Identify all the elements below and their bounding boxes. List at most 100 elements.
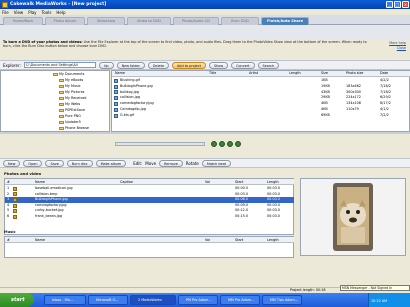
search-button[interactable]: Search: [257, 61, 280, 69]
tab-finish-share[interactable]: Finish/Auto Share: [261, 17, 309, 25]
tab-burn-dvd[interactable]: Burn DVD: [221, 17, 259, 25]
menu-tools[interactable]: Tools: [42, 10, 52, 15]
col-artist[interactable]: Artist: [249, 71, 258, 77]
task-mm-pro[interactable]: MM Pro Adam...: [220, 295, 260, 305]
task-tabs: Home/Back Photo Album Slideshow Video to…: [0, 15, 410, 25]
tab-slideshow[interactable]: Slideshow: [87, 17, 125, 25]
photo-table-header: # Name Caption Vol Start Length: [5, 179, 294, 185]
tree-item[interactable]: Phone Browse: [59, 126, 89, 131]
image-file-icon: [114, 96, 118, 101]
taskbar: start Inbox - Mic... Microsoft O... 2 Me…: [0, 293, 410, 307]
folder-tree[interactable]: My Documents My eBooks My Music My Pictu…: [0, 70, 110, 132]
edit-label: Edit:: [133, 160, 143, 166]
task-mediaworks[interactable]: 2 MediaWorks: [130, 295, 176, 305]
col-photo-size[interactable]: Photo size: [346, 71, 363, 77]
play-icon[interactable]: [211, 141, 217, 147]
tab-content-band: [0, 25, 410, 39]
file-list[interactable]: Name Title Artist Length Size Photo size…: [111, 70, 410, 132]
task-inbox[interactable]: Inbox - Mic...: [44, 295, 86, 305]
col-size[interactable]: Size: [321, 71, 328, 77]
tree-item[interactable]: My Music: [59, 84, 81, 89]
up-button[interactable]: Up: [98, 61, 114, 69]
image-file-icon: [114, 90, 118, 95]
music-table[interactable]: # Name Vol Start Length: [4, 236, 294, 258]
folder-icon: [59, 120, 64, 125]
menu-play[interactable]: Play: [28, 10, 36, 15]
explorer-toolbar: Explorer: C:\Documents and Settings\All …: [0, 60, 410, 70]
close-button[interactable]: ×: [402, 1, 409, 8]
start-button[interactable]: start: [0, 293, 34, 307]
add-to-project-button[interactable]: Add to project: [172, 61, 206, 69]
rotate-button[interactable]: Rotate: [186, 161, 199, 166]
title-bar: Cakewalk MediaWorks - [New project] _ □ …: [0, 0, 410, 9]
seek-bar[interactable]: [115, 142, 205, 146]
new-folder-button[interactable]: New folder: [116, 61, 145, 69]
col-name[interactable]: Name: [115, 71, 125, 77]
previous-icon[interactable]: [227, 141, 233, 147]
col-title[interactable]: Title: [209, 71, 216, 77]
file-row[interactable]: collision.jpg 29KB 224x172 6/29/2: [112, 95, 410, 101]
file-row[interactable]: cornedogfactory.jpg 4KB 134x108 8/17/2: [112, 101, 410, 107]
save-project-button[interactable]: Save: [45, 159, 64, 167]
file-row[interactable]: Corndogdip.jpg 4KB 110x79 4/1/2: [112, 107, 410, 113]
tree-item[interactable]: Updater5: [59, 120, 81, 125]
project-toolbar: New Open Save Burn disc Make album Edit:…: [0, 158, 410, 168]
bulldog-photo: [301, 179, 405, 255]
splitter[interactable]: [0, 132, 410, 134]
col-length[interactable]: Length: [289, 71, 301, 77]
tab-home[interactable]: Home/Back: [3, 17, 43, 25]
tree-item[interactable]: My Pictures: [59, 90, 84, 95]
minimize-button[interactable]: _: [386, 1, 393, 8]
col-date[interactable]: Date: [380, 71, 388, 77]
folder-icon: [59, 78, 64, 83]
photo-icon: [13, 214, 17, 219]
maximize-button[interactable]: □: [394, 1, 401, 8]
new-project-button[interactable]: New: [3, 159, 21, 167]
window-title: Cakewalk MediaWorks - [New project]: [10, 2, 107, 7]
photo-table[interactable]: # Name Caption Vol Start Length 1 basebal…: [4, 178, 294, 235]
tree-item[interactable]: My eBooks: [59, 78, 83, 83]
tab-photo-album[interactable]: Photo Album: [45, 17, 85, 25]
photo-icon: [13, 192, 17, 197]
file-row[interactable]: G.kts.gif 69KB 7/2/2: [112, 113, 410, 119]
remove-button[interactable]: Remove: [159, 159, 183, 167]
burn-disc-button[interactable]: Burn disc: [66, 159, 93, 167]
make-album-button[interactable]: Make album: [95, 159, 127, 167]
menu-file[interactable]: File: [2, 10, 9, 15]
app-icon: [2, 1, 8, 8]
match-beat-button[interactable]: Match beat: [201, 159, 231, 167]
convert-button[interactable]: Convert: [231, 61, 255, 69]
task-microsoft[interactable]: Microsoft O...: [88, 295, 128, 305]
folder-icon: [59, 84, 64, 89]
folder-icon: [59, 90, 64, 95]
file-row[interactable]: BulldogInPhone.jpg 19KB 183x462 7/18/2: [112, 84, 410, 90]
photo-row[interactable]: 6 frank_beans.jpg 00:15.0 00:03.0: [5, 214, 294, 220]
move-button[interactable]: Move: [145, 161, 156, 166]
folder-icon: [59, 126, 64, 131]
folder-icon: [53, 72, 58, 77]
close-instructions-link[interactable]: Close: [389, 46, 406, 51]
tray-tooltip: MSN Messenger - Not Signed In: [340, 285, 410, 291]
open-project-button[interactable]: Open: [23, 159, 43, 167]
folder-icon: [59, 96, 64, 101]
task-pm-pro[interactable]: PM Pro Adam...: [178, 295, 218, 305]
file-row[interactable]: bulldog.jpg 43KB 300x300 7/18/2: [112, 90, 410, 96]
image-file-icon: [114, 84, 118, 89]
tree-item[interactable]: My Webs: [59, 102, 80, 107]
file-row[interactable]: Blushing.gif 1KB 4/2/2: [112, 78, 410, 84]
tab-video-to-dvd[interactable]: Video to DVD: [127, 17, 171, 25]
tree-item[interactable]: PSPExtSave: [59, 108, 85, 113]
explorer-path-combo[interactable]: C:\Documents and Settings\All: [23, 62, 96, 68]
tree-item[interactable]: Pure PNG: [59, 114, 81, 119]
task-mm-tips[interactable]: MM Tips Adam...: [262, 295, 302, 305]
next-icon[interactable]: [235, 141, 241, 147]
menu-view[interactable]: View: [14, 10, 24, 15]
tree-item[interactable]: My Received: [59, 96, 86, 101]
delete-button[interactable]: Delete: [147, 61, 170, 69]
tree-item[interactable]: My Documents: [53, 72, 84, 77]
stop-icon[interactable]: [219, 141, 225, 147]
show-button[interactable]: Show: [208, 61, 229, 69]
photo-icon: [13, 203, 17, 208]
menu-help[interactable]: Help: [56, 10, 65, 15]
tab-photo-audio-cd[interactable]: Photo/Audio CD: [173, 17, 219, 25]
